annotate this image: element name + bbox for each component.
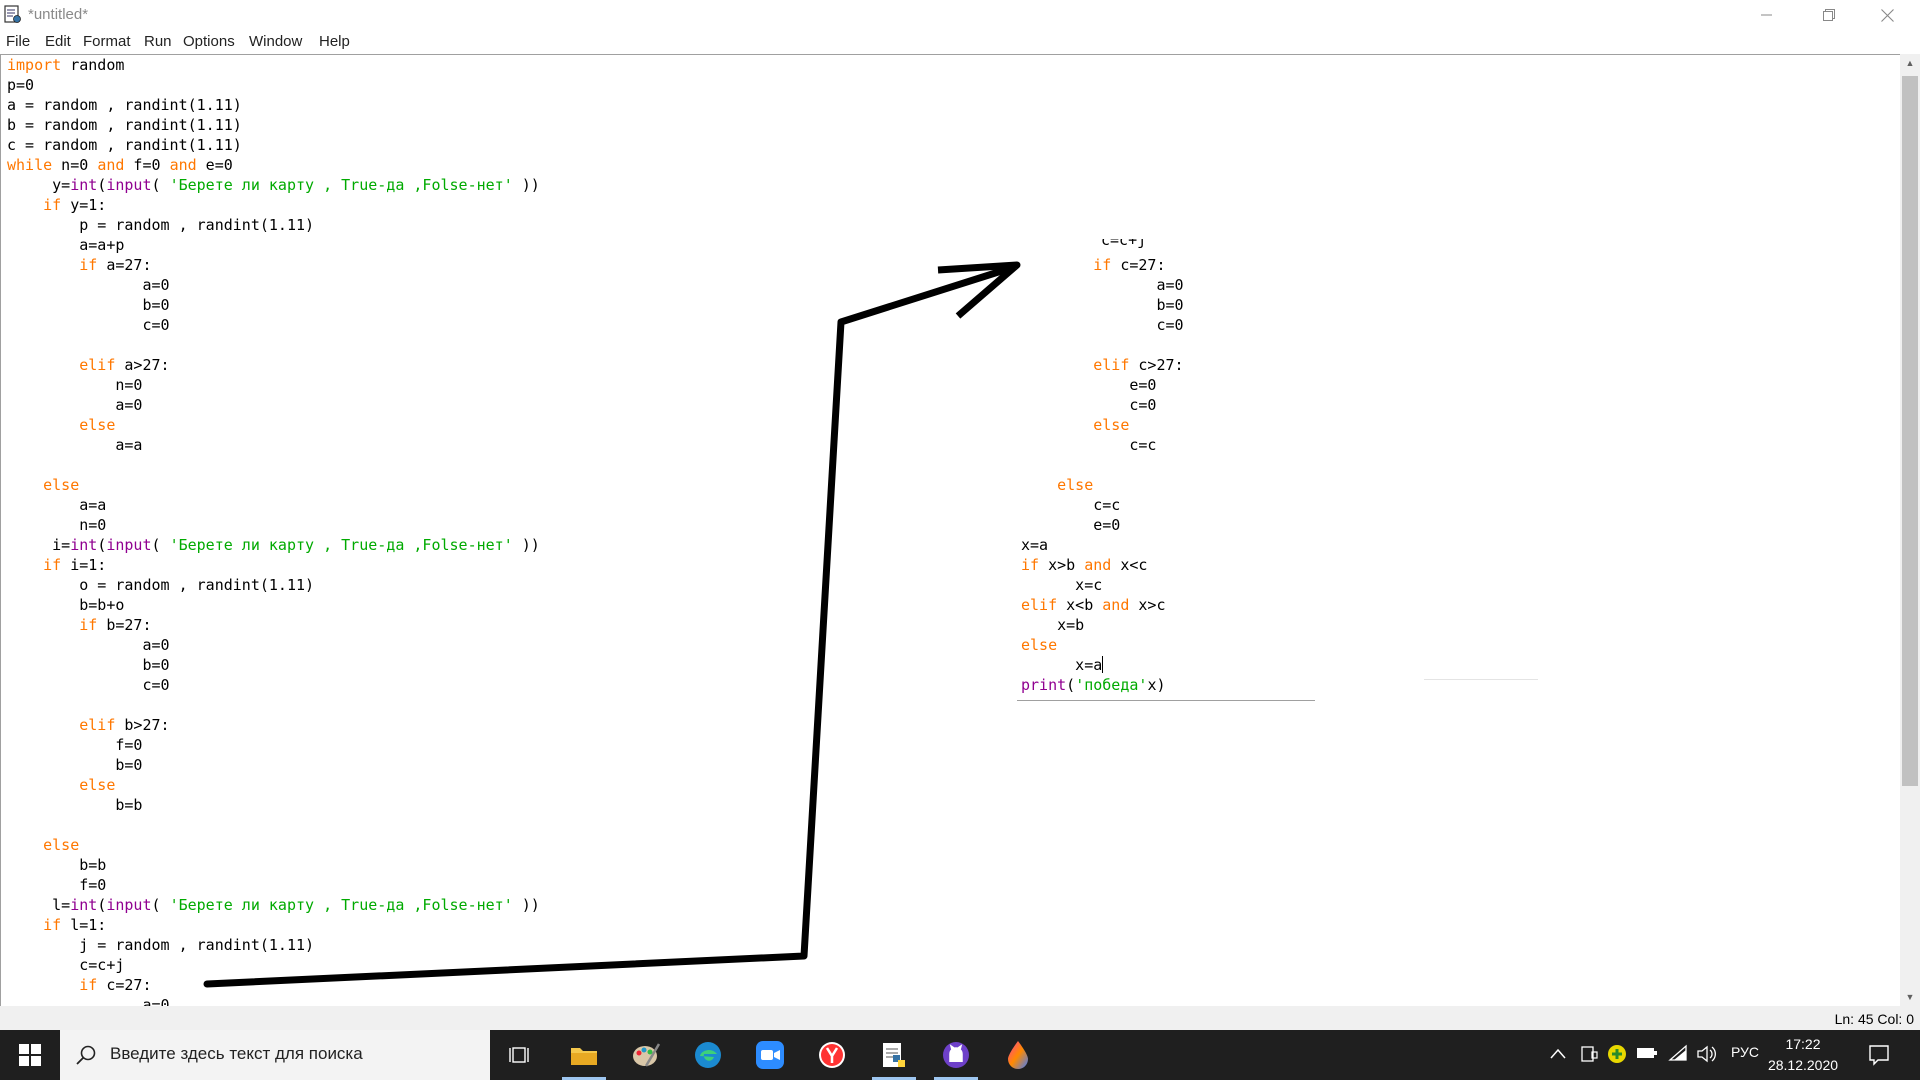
notification-center-icon[interactable] (1868, 1044, 1890, 1066)
menu-bar: File Edit Format Run Options Window Help (0, 30, 1920, 54)
title-bar: *untitled* (0, 0, 1920, 30)
menu-format[interactable]: Format (83, 33, 131, 50)
edge-icon (695, 1042, 721, 1068)
status-bar: Ln: 45 Col: 0 (0, 1006, 1920, 1030)
close-button[interactable] (1864, 0, 1910, 30)
menu-help[interactable]: Help (319, 33, 350, 50)
input-language[interactable]: РУС (1731, 1044, 1759, 1060)
python-idle-button[interactable] (864, 1030, 924, 1080)
start-button[interactable] (0, 1030, 60, 1080)
github-desktop-button[interactable] (926, 1030, 986, 1080)
yandex-browser-icon (819, 1042, 845, 1068)
menu-file[interactable]: File (6, 33, 30, 50)
battery-icon[interactable] (1636, 1046, 1658, 1060)
minimize-button[interactable] (1744, 0, 1790, 30)
paint-icon (633, 1043, 660, 1067)
restore-icon (1823, 9, 1835, 21)
paint3d-button[interactable] (988, 1030, 1048, 1080)
clock-date: 28.12.2020 (1767, 1057, 1839, 1073)
windows-start-icon (19, 1044, 41, 1066)
device-icon[interactable] (1580, 1044, 1598, 1064)
yandex-browser-button[interactable] (802, 1030, 862, 1080)
code-editor[interactable]: import random p=0 a = random , randint(1… (0, 54, 1901, 1008)
scroll-down-icon[interactable]: ▼ (1900, 988, 1920, 1006)
security-shield-icon[interactable] (1607, 1044, 1627, 1064)
taskbar: Введите здесь текст для поиска РУС 17:22… (0, 1030, 1920, 1080)
paint-button[interactable] (616, 1030, 676, 1080)
close-icon (1880, 8, 1894, 22)
scroll-up-icon[interactable]: ▲ (1900, 54, 1920, 72)
drawn-arrow-icon (203, 261, 1021, 988)
file-explorer-button[interactable] (554, 1030, 614, 1080)
idle-app-icon (4, 5, 21, 23)
restore-button[interactable] (1806, 0, 1852, 30)
chevron-up-icon[interactable] (1550, 1048, 1566, 1060)
github-desktop-icon (943, 1042, 969, 1068)
minimize-icon (1761, 14, 1772, 16)
paint3d-drop-icon (1008, 1041, 1028, 1069)
task-view-button[interactable] (490, 1030, 550, 1080)
zoom-icon (756, 1041, 784, 1069)
vertical-scrollbar[interactable]: ▲ ▼ (1900, 54, 1920, 1006)
search-icon (76, 1045, 96, 1065)
scroll-thumb[interactable] (1902, 76, 1918, 786)
search-placeholder: Введите здесь текст для поиска (110, 1044, 363, 1063)
volume-icon[interactable] (1696, 1044, 1718, 1064)
menu-run[interactable]: Run (144, 33, 172, 50)
python-idle-icon (883, 1043, 905, 1067)
file-explorer-icon (571, 1048, 597, 1065)
task-view-icon (509, 1047, 529, 1063)
wifi-icon[interactable] (1668, 1044, 1688, 1062)
menu-edit[interactable]: Edit (45, 33, 71, 50)
clock-time: 17:22 (1785, 1036, 1821, 1052)
window-title: *untitled* (28, 6, 89, 23)
cursor-position: Ln: 45 Col: 0 (1834, 1011, 1914, 1027)
menu-options[interactable]: Options (183, 33, 235, 50)
taskbar-clock[interactable]: 17:22 28.12.2020 (1758, 1034, 1848, 1076)
menu-window[interactable]: Window (249, 33, 302, 50)
zoom-button[interactable] (740, 1030, 800, 1080)
taskbar-search-box[interactable]: Введите здесь текст для поиска (60, 1030, 490, 1080)
edge-button[interactable] (678, 1030, 738, 1080)
